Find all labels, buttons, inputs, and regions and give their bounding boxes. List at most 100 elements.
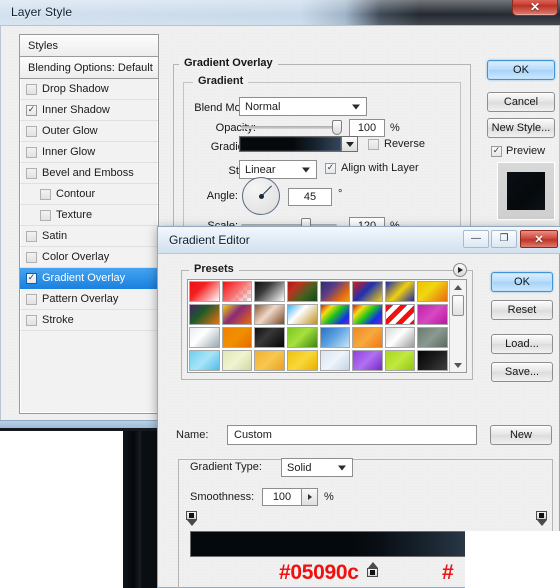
sidebar-item-pattern-overlay[interactable]: Pattern Overlay: [20, 289, 158, 310]
preset-swatch[interactable]: [384, 281, 416, 302]
preset-swatch[interactable]: [384, 350, 416, 371]
checkbox-contour[interactable]: [40, 188, 51, 200]
preset-swatch[interactable]: [254, 327, 285, 348]
sidebar-item-bevel-and-emboss[interactable]: Bevel and Emboss: [20, 163, 158, 184]
new-style-button[interactable]: New Style...: [487, 118, 555, 138]
preset-swatch[interactable]: [384, 304, 416, 325]
sidebar-item-inner-glow[interactable]: Inner Glow: [20, 142, 158, 163]
preset-swatch[interactable]: [319, 304, 351, 325]
checkbox-stroke[interactable]: [26, 314, 37, 326]
preset-swatch[interactable]: [352, 350, 383, 371]
styles-list[interactable]: Styles Blending Options: Default Drop Sh…: [19, 34, 159, 414]
preset-swatch[interactable]: [189, 350, 220, 371]
align-with-layer-row[interactable]: Align with Layer: [325, 162, 419, 174]
close-icon[interactable]: ✕: [520, 230, 558, 248]
preset-swatch[interactable]: [221, 281, 253, 302]
preset-swatch[interactable]: [352, 327, 383, 348]
preset-swatch[interactable]: [417, 350, 448, 371]
gradient-editor-titlebar[interactable]: Gradient Editor — ❐ ✕: [158, 227, 560, 254]
preset-swatch[interactable]: [254, 304, 285, 325]
sidebar-item-drop-shadow[interactable]: Drop Shadow: [20, 79, 158, 100]
preset-swatch[interactable]: [286, 281, 318, 302]
preset-swatch[interactable]: [221, 327, 253, 348]
checkbox-gradient-overlay[interactable]: [26, 272, 37, 284]
gradient-opacity-stop-left[interactable]: [186, 511, 197, 527]
ok-button[interactable]: OK: [487, 60, 555, 80]
style-select[interactable]: Linear: [239, 160, 317, 179]
preset-swatch[interactable]: [189, 281, 220, 302]
preset-swatch[interactable]: [352, 304, 383, 325]
scrollbar-thumb[interactable]: [452, 295, 464, 316]
preset-swatch[interactable]: [189, 304, 220, 325]
checkbox-texture[interactable]: [40, 209, 51, 221]
checkbox-color-overlay[interactable]: [26, 251, 37, 263]
opacity-slider-track[interactable]: [241, 126, 337, 129]
gradient-dropdown-button[interactable]: [342, 136, 358, 152]
preset-swatch[interactable]: [384, 327, 416, 348]
preset-swatch[interactable]: [254, 281, 285, 302]
name-input[interactable]: Custom: [227, 425, 477, 445]
angle-input[interactable]: 45: [288, 188, 332, 206]
checkbox-drop-shadow[interactable]: [26, 83, 37, 95]
sidebar-item-stroke[interactable]: Stroke: [20, 310, 158, 331]
preset-swatch[interactable]: [254, 350, 285, 371]
sidebar-item-gradient-overlay[interactable]: Gradient Overlay: [20, 268, 158, 289]
opacity-input[interactable]: 100: [349, 119, 385, 137]
preset-swatch[interactable]: [352, 281, 383, 302]
preset-swatch[interactable]: [417, 327, 448, 348]
sidebar-item-outer-glow[interactable]: Outer Glow: [20, 121, 158, 142]
opacity-slider-thumb[interactable]: [332, 120, 342, 135]
gradient-editor-ok-button[interactable]: OK: [491, 272, 553, 292]
new-button[interactable]: New: [490, 425, 552, 445]
reverse-checkbox-row[interactable]: Reverse: [368, 138, 425, 150]
scroll-up-icon[interactable]: [450, 280, 466, 294]
preset-swatch[interactable]: [286, 304, 318, 325]
sidebar-item-satin[interactable]: Satin: [20, 226, 158, 247]
preset-swatch[interactable]: [221, 350, 253, 371]
preset-swatch[interactable]: [319, 350, 351, 371]
minimize-icon[interactable]: —: [463, 230, 489, 248]
preset-swatch[interactable]: [221, 304, 253, 325]
sidebar-item-color-overlay[interactable]: Color Overlay: [20, 247, 158, 268]
gradient-editor-load-button[interactable]: Load...: [491, 334, 553, 354]
checkbox-align-with-layer[interactable]: [325, 162, 336, 174]
gradient-color-stop[interactable]: [367, 562, 378, 578]
checkbox-pattern-overlay[interactable]: [26, 293, 37, 305]
blend-mode-select[interactable]: Normal: [239, 97, 367, 116]
checkbox-inner-glow[interactable]: [26, 146, 37, 158]
gradient-type-select[interactable]: Solid: [281, 458, 353, 477]
sidebar-item-inner-shadow[interactable]: Inner Shadow: [20, 100, 158, 121]
preset-grid[interactable]: [188, 280, 449, 372]
presets-menu-icon[interactable]: [453, 263, 467, 277]
presets-scrollbar[interactable]: [449, 280, 466, 372]
layer-style-titlebar[interactable]: Layer Style ✕: [0, 0, 560, 26]
checkbox-inner-shadow[interactable]: [26, 104, 37, 116]
cancel-button[interactable]: Cancel: [487, 92, 555, 112]
gradient-editor-save-button[interactable]: Save...: [491, 362, 553, 382]
close-icon[interactable]: ✕: [512, 0, 558, 16]
preset-swatch[interactable]: [319, 281, 351, 302]
smoothness-stepper[interactable]: [302, 488, 318, 506]
preset-swatch[interactable]: [189, 327, 220, 348]
checkbox-reverse[interactable]: [368, 138, 379, 150]
preview-checkbox-row[interactable]: Preview: [491, 143, 560, 159]
gradient-editor-reset-button[interactable]: Reset: [491, 300, 553, 320]
sidebar-item-blending-options[interactable]: Blending Options: Default: [20, 57, 158, 79]
checkbox-outer-glow[interactable]: [26, 125, 37, 137]
sidebar-item-contour[interactable]: Contour: [20, 184, 158, 205]
checkbox-preview[interactable]: [491, 145, 502, 157]
maximize-icon[interactable]: ❐: [491, 230, 517, 248]
sidebar-item-texture[interactable]: Texture: [20, 205, 158, 226]
angle-dial[interactable]: [242, 177, 280, 215]
smoothness-input[interactable]: 100: [262, 488, 302, 506]
preset-swatch[interactable]: [286, 327, 318, 348]
preset-swatch[interactable]: [319, 327, 351, 348]
preset-swatch[interactable]: [286, 350, 318, 371]
preset-swatch[interactable]: [417, 281, 448, 302]
presets-panel[interactable]: [187, 279, 467, 373]
checkbox-satin[interactable]: [26, 230, 37, 242]
scroll-down-icon[interactable]: [450, 358, 466, 372]
preset-swatch[interactable]: [417, 304, 448, 325]
gradient-opacity-stop-right[interactable]: [536, 511, 547, 527]
gradient-preview-swatch[interactable]: [239, 136, 342, 152]
